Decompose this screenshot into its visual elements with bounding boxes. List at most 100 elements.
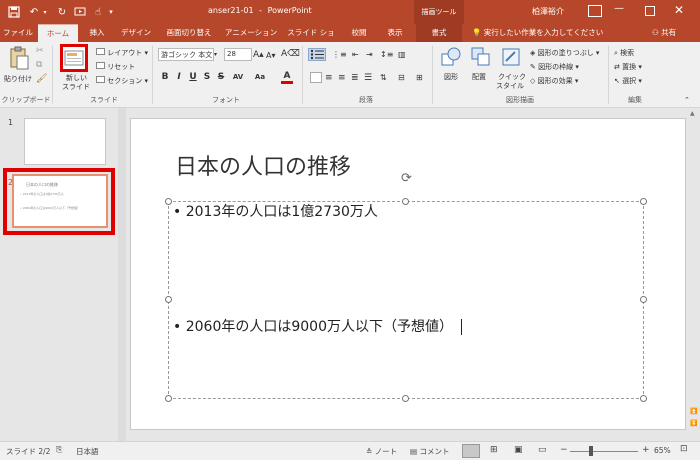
start-from-beginning-icon[interactable] [72, 4, 88, 20]
strikethrough-button[interactable]: S [215, 72, 227, 82]
minimize-icon[interactable]: — [614, 3, 624, 14]
increase-font-icon[interactable]: A▴ [253, 50, 264, 60]
tab-design[interactable]: デザイン [116, 24, 156, 42]
resize-handle-r[interactable] [640, 296, 647, 303]
numbering-icon[interactable]: ⋮≡ [332, 50, 347, 59]
tell-me-box[interactable]: 💡 実行したい作業を入力してください [472, 27, 603, 38]
share-button[interactable]: ⚇ 共有 [652, 27, 676, 38]
customize-qat-icon[interactable]: ▾ [106, 4, 116, 20]
resize-handle-tl[interactable] [165, 198, 172, 205]
fit-to-window-icon[interactable]: ⊡ [680, 444, 688, 454]
shadow-button[interactable]: S [201, 72, 213, 82]
tab-transitions[interactable]: 画面切り替え [160, 24, 218, 42]
zoom-slider-thumb[interactable] [589, 446, 593, 456]
touch-mode-icon[interactable]: ☝ [90, 4, 106, 20]
resize-handle-b[interactable] [402, 395, 409, 402]
decrease-font-icon[interactable]: A▾ [266, 51, 276, 60]
save-icon[interactable] [6, 4, 22, 20]
font-size-select[interactable]: 28 [224, 48, 252, 61]
resize-handle-l[interactable] [165, 296, 172, 303]
tab-view[interactable]: 表示 [380, 24, 410, 42]
arrange-icon[interactable] [470, 46, 492, 68]
section-button[interactable]: セクション ▾ [96, 76, 148, 86]
font-color-button[interactable]: A [281, 71, 293, 84]
maximize-icon[interactable] [645, 6, 655, 16]
layout-button[interactable]: レイアウト ▾ [96, 48, 148, 58]
redo-icon[interactable]: ↻ [54, 4, 70, 20]
tab-file[interactable]: ファイル [2, 24, 34, 42]
paste-button[interactable]: 貼り付け [4, 74, 32, 84]
text-direction-icon[interactable]: ⇅ [380, 73, 387, 82]
arrange-button[interactable]: 配置 [472, 72, 486, 82]
close-icon[interactable]: ✕ [674, 3, 684, 17]
decrease-indent-icon[interactable]: ⇤ [352, 50, 359, 59]
font-name-dropdown-icon[interactable]: ▾ [214, 48, 222, 61]
copy-icon[interactable]: ⧉ [36, 60, 42, 70]
italic-button[interactable]: I [173, 72, 185, 82]
justify-icon[interactable]: ≣ [351, 73, 359, 83]
select-button[interactable]: ↖ 選択 ▾ [614, 76, 642, 86]
zoom-in-button[interactable]: + [642, 445, 650, 455]
shapes-icon[interactable] [440, 46, 462, 68]
shape-effects-button[interactable]: ◇ 図形の効果 ▾ [530, 76, 578, 86]
bullet-item-2[interactable]: • 2060年の人口は9000万人以下（予想値） [173, 316, 463, 336]
change-case-button[interactable]: Aa [253, 73, 267, 81]
paste-icon[interactable] [8, 46, 30, 72]
slideshow-view-icon[interactable]: ▭ [538, 445, 547, 455]
new-slide-highlight[interactable] [60, 44, 88, 72]
clear-format-icon[interactable]: A⌫ [281, 49, 300, 59]
reset-button[interactable]: リセット [96, 62, 135, 72]
shape-fill-button[interactable]: ◈ 図形の塗りつぶし ▾ [530, 48, 599, 58]
content-placeholder[interactable] [168, 201, 644, 399]
tab-review[interactable]: 校閲 [344, 24, 374, 42]
new-slide-label-2[interactable]: スライド [62, 82, 90, 92]
slide-thumbnail-2[interactable]: 日本の人口の推移 • 2013年の人口は1億2730万人 • 2060年の人口は… [12, 174, 108, 228]
align-text-icon[interactable]: ⊟ [398, 73, 405, 82]
bullet-item-1[interactable]: • 2013年の人口は1億2730万人 [173, 201, 378, 221]
shapes-button[interactable]: 図形 [444, 72, 458, 82]
smartart-icon[interactable]: ⊞ [416, 73, 423, 82]
bold-button[interactable]: B [159, 72, 171, 82]
comments-button[interactable]: ▤ コメント [410, 446, 449, 457]
slide-thumbnail-1[interactable] [24, 118, 106, 165]
distribute-icon[interactable]: ☰ [364, 73, 372, 83]
align-left-button[interactable] [310, 72, 322, 83]
notes-button[interactable]: ≙ ノート [366, 446, 397, 457]
tab-insert[interactable]: 挿入 [82, 24, 112, 42]
reading-view-icon[interactable]: ▣ [514, 445, 523, 455]
pane-splitter[interactable] [118, 108, 126, 441]
align-right-icon[interactable]: ≡ [338, 73, 346, 83]
font-name-select[interactable]: 游ゴシック 本文 [158, 48, 214, 61]
find-button[interactable]: ⌕ 検索 [614, 48, 634, 58]
underline-button[interactable]: U [187, 72, 199, 82]
zoom-level[interactable]: 65% [654, 446, 671, 455]
zoom-slider-track[interactable] [570, 451, 638, 452]
ribbon-display-options-icon[interactable] [588, 5, 602, 17]
cut-icon[interactable]: ✂ [36, 46, 44, 56]
shape-outline-button[interactable]: ✎ 図形の枠線 ▾ [530, 62, 579, 72]
resize-handle-t[interactable] [402, 198, 409, 205]
vertical-scrollbar[interactable]: ▲ ⏫ ⏬ [689, 110, 698, 430]
resize-handle-bl[interactable] [165, 395, 172, 402]
scroll-up-icon[interactable]: ▲ [690, 110, 695, 117]
next-slide-icon[interactable]: ⏬ [690, 420, 697, 427]
prev-slide-icon[interactable]: ⏫ [690, 408, 697, 415]
format-painter-icon[interactable]: 🖌 [36, 74, 47, 84]
line-spacing-icon[interactable]: ↕≡ [380, 50, 393, 59]
columns-icon[interactable]: ▥ [398, 50, 406, 59]
align-center-icon[interactable]: ≡ [325, 73, 333, 83]
char-spacing-button[interactable]: AV [230, 73, 246, 81]
collapse-ribbon-icon[interactable]: ⌃ [684, 96, 690, 104]
resize-handle-br[interactable] [640, 395, 647, 402]
user-name[interactable]: 柏澤裕介 [532, 6, 564, 17]
slide-sorter-icon[interactable]: ⊞ [490, 445, 498, 455]
slide-canvas[interactable]: 日本の人口の推移 ⟳ • 2013年の人口は1億2730万人 • 2060年の人… [130, 118, 686, 430]
quick-styles-icon[interactable] [500, 46, 522, 68]
tab-home[interactable]: ホーム [38, 24, 78, 42]
tab-format[interactable]: 書式 [416, 24, 462, 42]
replace-button[interactable]: ⇄ 置換 ▾ [614, 62, 642, 72]
normal-view-icon[interactable] [462, 444, 480, 458]
quick-styles-label-2[interactable]: スタイル [496, 81, 524, 91]
zoom-out-button[interactable]: − [560, 445, 568, 455]
undo-dropdown-icon[interactable]: ▾ [40, 4, 50, 20]
